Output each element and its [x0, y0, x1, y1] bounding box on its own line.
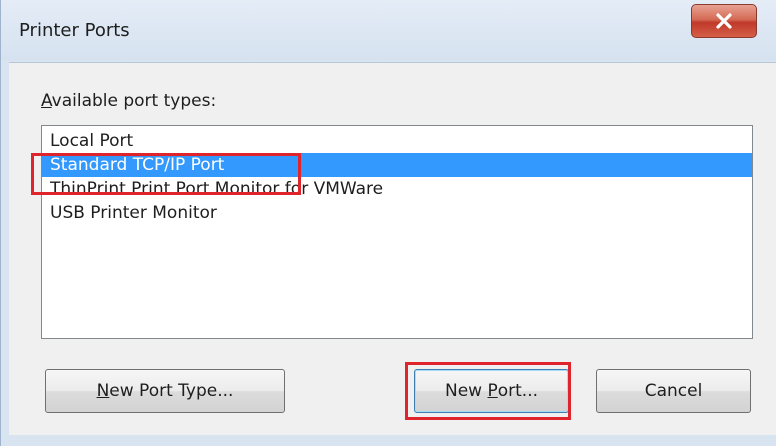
window-title: Printer Ports — [19, 20, 130, 41]
new-port-accelerator: P — [487, 381, 498, 401]
new-port-label-rest: ort... — [497, 381, 539, 401]
dialog-body: Available port types: Local Port Standar… — [9, 62, 776, 435]
cancel-button[interactable]: Cancel — [596, 369, 751, 413]
list-item-thinprint-port-monitor[interactable]: ThinPrint Print Port Monitor for VMWare — [42, 177, 752, 201]
port-types-listbox[interactable]: Local Port Standard TCP/IP Port ThinPrin… — [41, 125, 753, 339]
label-accelerator: A — [41, 91, 52, 111]
list-item-standard-tcp-ip-port[interactable]: Standard TCP/IP Port — [42, 153, 752, 177]
new-port-type-accelerator: N — [96, 381, 110, 401]
new-port-button[interactable]: New Port... — [414, 369, 569, 413]
close-icon — [716, 13, 732, 29]
available-port-types-label: Available port types: — [41, 91, 216, 111]
new-port-label-pre: New — [444, 381, 488, 401]
new-port-type-label: ew Port Type... — [109, 381, 234, 401]
label-text: vailable port types: — [51, 91, 217, 111]
title-bar[interactable]: Printer Ports — [1, 0, 776, 60]
close-button[interactable] — [691, 4, 757, 38]
list-item-local-port[interactable]: Local Port — [42, 129, 752, 153]
list-item-usb-printer-monitor[interactable]: USB Printer Monitor — [42, 201, 752, 225]
printer-ports-dialog: Printer Ports Available port types: Loca… — [0, 0, 776, 446]
new-port-type-button[interactable]: New Port Type... — [45, 369, 285, 413]
